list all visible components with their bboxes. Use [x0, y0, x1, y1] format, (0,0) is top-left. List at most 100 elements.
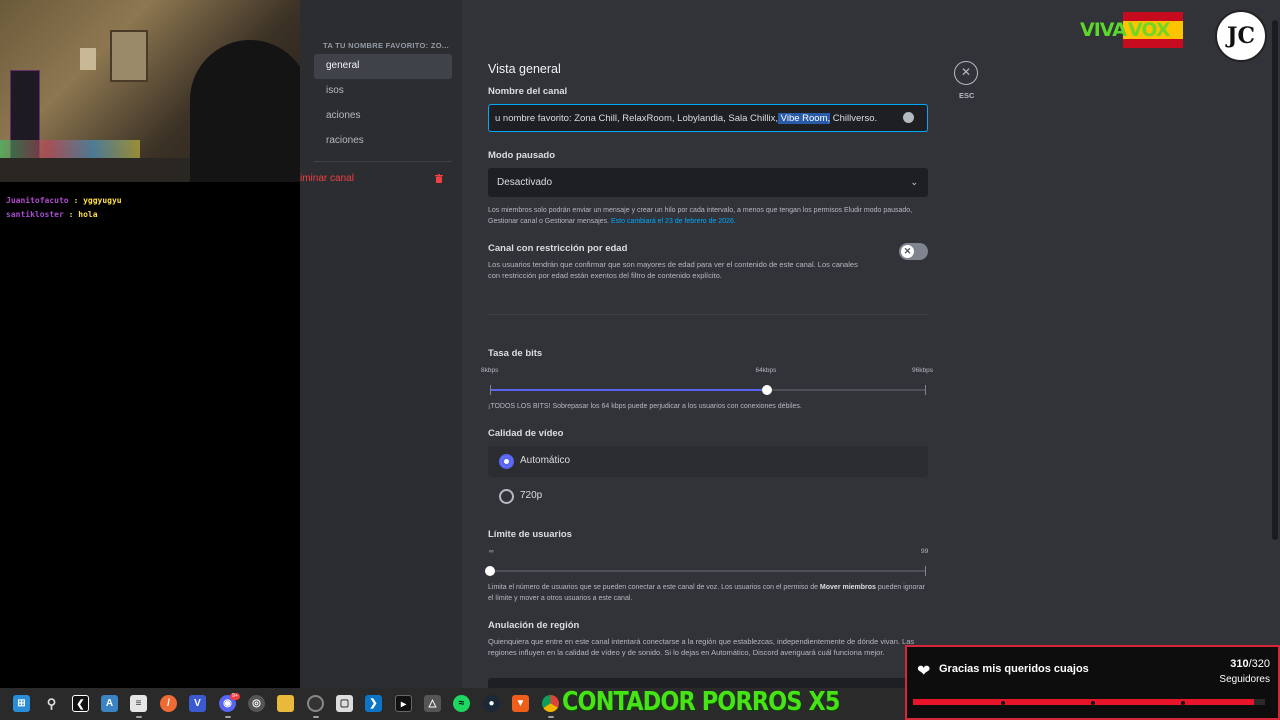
slowmode-change-link[interactable]: Esto cambiará el 23 de febrero de 2026. [611, 218, 736, 225]
bitrate-tick-max: 96kbps [912, 367, 933, 374]
sidebar-item-integrations[interactable]: raciones [314, 129, 452, 154]
unity-icon[interactable]: △ [424, 695, 441, 712]
running-indicator [313, 716, 319, 718]
trash-icon[interactable] [435, 174, 443, 183]
region-label: Anulación de región [488, 620, 580, 631]
webcam-overlay [0, 0, 323, 182]
running-indicator [136, 716, 142, 718]
channel-settings-panel: Vista general Nombre del canal u nombre … [462, 0, 1280, 688]
spotify-icon[interactable]: ≈ [453, 695, 470, 712]
chat-text: hola [78, 210, 98, 219]
vscode-icon[interactable]: ❯ [365, 695, 382, 712]
brave-lion-icon[interactable]: ▼ [512, 695, 529, 712]
bitrate-slider-handle[interactable] [762, 385, 773, 395]
slowmode-label: Modo pausado [488, 150, 556, 161]
viva-vox-banner: VIVA VOX [1078, 12, 1183, 48]
progress-marker [1091, 701, 1095, 705]
viva-text: VIVA [1080, 19, 1127, 41]
files-icon[interactable] [277, 695, 294, 712]
steam-icon[interactable]: ● [483, 695, 500, 712]
sidebar-item-overview[interactable]: general [314, 54, 452, 79]
streamer-silhouette [190, 40, 310, 182]
channel-name-label: Nombre del canal [488, 86, 568, 97]
user-limit-track[interactable] [490, 570, 926, 572]
notes-icon[interactable]: ≡ [130, 695, 147, 712]
terminal-icon[interactable]: ▸ [395, 695, 412, 712]
delete-channel-button[interactable]: iminar canal [300, 173, 354, 184]
chat-message: santikloster : hola [6, 210, 98, 219]
running-indicator [548, 716, 554, 718]
capcut-icon[interactable]: ❮ [72, 695, 89, 712]
note-bold: Mover miembros [819, 584, 876, 591]
slowmode-select[interactable]: Desactivado ⌄ [488, 168, 928, 197]
vox-text: VOX [1128, 19, 1170, 41]
search-icon[interactable]: ⚲ [43, 695, 60, 712]
brave-icon[interactable]: / [160, 695, 177, 712]
user-limit-label: Límite de usuarios [488, 529, 572, 540]
age-restricted-description: Los usuarios tendrán que confirmar que s… [488, 260, 858, 280]
option-label: 720p [520, 490, 543, 501]
progress-marker [1001, 701, 1005, 705]
settings-sidebar: TA TU NOMBRE FAVORITO: ZO... general iso… [300, 0, 462, 688]
sidebar-header: TA TU NOMBRE FAVORITO: ZO... [323, 41, 450, 50]
chat-username: santikloster [6, 210, 64, 219]
follower-count: 310/320 Seguidores [1219, 657, 1270, 687]
discord-badge: 9+ [230, 693, 240, 700]
channel-logo: JC [1215, 10, 1267, 62]
radio-unselected [499, 489, 514, 504]
chat-text: yggyugyu [83, 196, 122, 205]
page-title: Vista general [488, 62, 561, 76]
age-restricted-toggle[interactable]: ✕ [899, 243, 928, 260]
progress-marker [1181, 701, 1185, 705]
follower-message: Gracias mis queridos cuajos [939, 663, 1089, 675]
follower-goal-widget: ❤ Gracias mis queridos cuajos 310/320 Se… [905, 645, 1280, 720]
sidebar-item-invitations[interactable]: aciones [314, 104, 452, 129]
bitrate-fill [490, 389, 768, 391]
wall-poster-small [80, 48, 96, 70]
option-label: Automático [520, 455, 571, 466]
user-limit-tick-min: ∞ [489, 548, 494, 555]
user-limit-tick-mark [925, 566, 926, 576]
channel-name-text: u nombre favorito: Zona Chill, RelaxRoom… [495, 113, 779, 124]
steam-hub-icon[interactable]: ◎ [248, 695, 265, 712]
close-icon: ✕ [901, 245, 914, 258]
sidebar-item-permissions[interactable]: isos [314, 79, 452, 104]
channel-name-text-end: Chillverso. [830, 113, 878, 124]
slowmode-note: Los miembros solo podrán enviar un mensa… [488, 205, 928, 227]
bitrate-tick-min: 8kbps [481, 367, 499, 374]
follower-current: 310 [1230, 658, 1249, 670]
vpn-icon[interactable]: V [189, 695, 206, 712]
bitrate-tick-mark [925, 385, 926, 395]
video-quality-option-auto[interactable]: Automático [488, 446, 928, 477]
running-indicator [225, 716, 231, 718]
radio-selected [499, 454, 514, 469]
slowmode-value: Desactivado [497, 177, 553, 188]
region-description: Quienquiera que entre en este canal inte… [488, 637, 915, 657]
note-text: Limita el número de usuarios que se pued… [488, 584, 820, 591]
emoji-icon[interactable] [903, 112, 914, 123]
obs-icon[interactable] [307, 695, 324, 712]
follower-progress-fill [913, 699, 1255, 705]
channel-name-input[interactable]: u nombre favorito: Zona Chill, RelaxRoom… [488, 104, 928, 132]
bitrate-tick-mark [490, 385, 491, 395]
box-icon[interactable]: ▢ [336, 695, 353, 712]
wall-poster [110, 30, 148, 82]
video-quality-option-720p[interactable]: 720p [488, 481, 928, 512]
scrollbar[interactable] [1272, 20, 1278, 540]
chat-message: Juanitofacuto : yggyugyu [6, 196, 122, 205]
close-button[interactable]: ✕ [954, 61, 978, 85]
counter-banner: CONTADOR PORROS X5 [562, 687, 840, 717]
follower-goal: /320 [1248, 658, 1270, 670]
bitrate-tick-mid: 64kbps [755, 367, 777, 374]
age-restricted-label: Canal con restricción por edad [488, 243, 628, 254]
video-quality-label: Calidad de vídeo [488, 428, 564, 439]
bitrate-label: Tasa de bits [488, 348, 543, 359]
follower-progress-bar [913, 699, 1265, 705]
heart-icon: ❤ [917, 663, 931, 680]
chrome-icon[interactable] [542, 695, 559, 712]
app-icon[interactable]: A [101, 695, 118, 712]
windows-icon[interactable]: ⊞ [13, 695, 30, 712]
chevron-down-icon: ⌄ [910, 177, 918, 187]
channel-name-selection: Vibe Room, [778, 113, 831, 124]
user-limit-slider-handle[interactable] [485, 566, 495, 576]
